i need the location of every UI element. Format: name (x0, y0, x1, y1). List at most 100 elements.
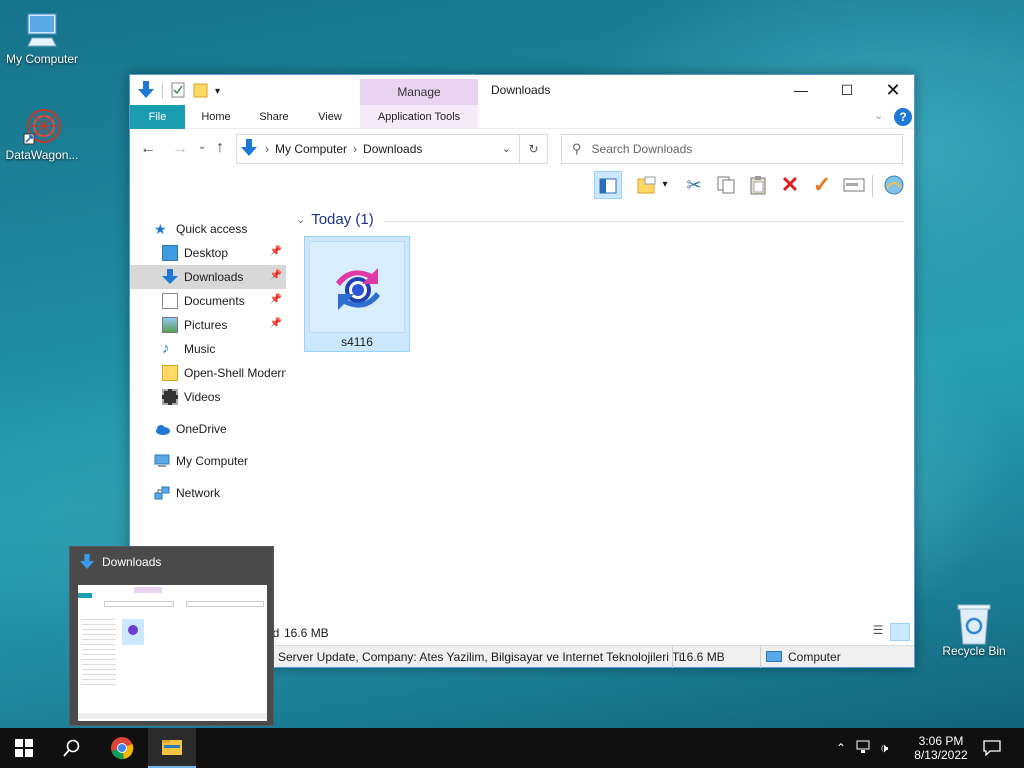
new-folder-icon[interactable] (193, 82, 209, 101)
volume-icon[interactable]: 🕩 (880, 740, 888, 756)
nav-onedrive[interactable]: OneDrive (130, 417, 286, 441)
nav-open-shell-modern[interactable]: Open-Shell Modern (130, 361, 286, 385)
tab-file[interactable]: File (130, 105, 185, 129)
group-header-label: Today (1) (311, 211, 374, 228)
folder-icon (162, 365, 178, 381)
file-explorer-taskbar-button[interactable] (148, 728, 196, 768)
tab-view[interactable]: View (310, 105, 350, 129)
new-folder-dropdown-icon[interactable]: ▾ (658, 171, 672, 199)
search-icon (63, 739, 80, 757)
windows-logo-icon (15, 739, 33, 757)
properties-icon[interactable] (171, 82, 185, 101)
nav-label: Pictures (184, 318, 228, 332)
download-location-icon (241, 138, 257, 160)
nav-network[interactable]: Network (130, 481, 286, 505)
paste-icon[interactable] (744, 171, 772, 199)
title-bar: ▾ Manage Downloads — ☐ ✕ (130, 75, 916, 106)
clock[interactable]: 3:06 PM 8/13/2022 (906, 728, 976, 768)
chrome-taskbar-button[interactable] (98, 728, 146, 768)
info-separator (760, 646, 761, 668)
details-view-button[interactable]: ☰ (868, 623, 888, 641)
network-tray-icon[interactable] (856, 740, 872, 757)
downloads-folder-icon (162, 269, 178, 285)
group-header-today[interactable]: ⌄ Today (1) (296, 211, 374, 228)
preview-pane-button[interactable] (594, 171, 622, 199)
nav-label: Network (176, 486, 221, 500)
forward-arrow-icon[interactable]: → (172, 140, 188, 158)
taskbar-thumbnail-preview[interactable]: Downloads (69, 546, 274, 726)
nav-label: Music (184, 342, 216, 356)
nav-videos[interactable]: Videos (130, 385, 286, 409)
system-tray: ⌃ 🕩 (836, 728, 900, 768)
tab-share[interactable]: Share (254, 105, 294, 129)
group-divider (384, 221, 904, 222)
breadcrumb-my-computer[interactable]: My Computer (275, 142, 347, 156)
video-film-icon (162, 389, 178, 405)
computer-small-icon (766, 651, 782, 662)
new-folder-menu-icon[interactable] (633, 171, 661, 199)
show-hidden-icons-chevron-icon[interactable]: ⌃ (836, 741, 846, 755)
pin-icon[interactable]: 📌 (270, 294, 282, 305)
back-arrow-icon[interactable]: ← (140, 140, 156, 158)
search-icon: ⚲ (572, 141, 582, 156)
taskbar: ⌃ 🕩 3:06 PM 8/13/2022 (0, 728, 1024, 768)
file-thumbnail (309, 241, 405, 333)
nav-label: Videos (184, 390, 221, 404)
nav-label: Quick access (176, 222, 248, 236)
nav-label: Open-Shell Modern (184, 366, 286, 380)
customize-dropdown-icon[interactable]: ▾ (215, 86, 220, 97)
desktop-icon-recycle-bin[interactable]: Recycle Bin (932, 602, 1016, 658)
pin-icon[interactable]: 📌 (270, 318, 282, 329)
computer-icon (22, 10, 62, 50)
file-size: 16.6 MB (680, 650, 725, 664)
copy-icon[interactable] (712, 171, 740, 199)
tab-home[interactable]: Home (196, 105, 236, 129)
large-icons-view-button[interactable] (890, 623, 910, 641)
minimize-button[interactable]: — (778, 75, 824, 105)
search-input[interactable]: ⚲ Search Downloads (561, 134, 903, 164)
nav-documents[interactable]: Documents 📌 (130, 289, 286, 313)
file-list-area[interactable]: ⌄ Today (1) s4116 (292, 205, 914, 630)
nav-downloads[interactable]: Downloads 📌 (130, 265, 286, 289)
recent-locations-chevron-icon[interactable]: ⌄ (198, 141, 206, 152)
delete-icon[interactable]: ✕ (776, 171, 804, 199)
action-center-button[interactable] (968, 728, 1016, 768)
rename-icon[interactable] (840, 171, 868, 199)
ribbon-tabs: File Home Share View Application Tools ⌄… (130, 105, 914, 129)
help-icon[interactable]: ? (894, 108, 912, 126)
tab-application-tools[interactable]: Application Tools (360, 105, 478, 129)
pin-icon[interactable]: 📌 (270, 270, 282, 281)
desktop-icon-my-computer[interactable]: My Computer (0, 10, 84, 66)
desktop-icon-datawagon[interactable]: DataWagon... (0, 106, 84, 162)
select-check-icon[interactable]: ✓ (808, 171, 836, 199)
window-title: Downloads (491, 83, 551, 97)
open-shell-icon[interactable] (880, 171, 908, 199)
search-button[interactable] (48, 728, 96, 768)
maximize-button[interactable]: ☐ (824, 75, 870, 105)
nav-music[interactable]: ♪ Music (130, 337, 286, 361)
start-button[interactable] (0, 728, 48, 768)
nav-pictures[interactable]: Pictures 📌 (130, 313, 286, 337)
pin-icon[interactable]: 📌 (270, 246, 282, 257)
clock-date: 8/13/2022 (914, 748, 968, 762)
nav-my-computer[interactable]: My Computer (130, 449, 286, 473)
download-arrow-icon (80, 554, 94, 573)
desktop-folder-icon (162, 245, 178, 261)
nav-desktop[interactable]: Desktop 📌 (130, 241, 286, 265)
mini-address-bar (104, 601, 174, 607)
nav-quick-access[interactable]: ★ Quick access (130, 217, 286, 241)
cut-icon[interactable]: ✂ (680, 171, 708, 199)
refresh-button[interactable]: ↻ (520, 134, 548, 164)
chevron-down-icon[interactable]: ⌄ (296, 213, 305, 226)
address-dropdown-chevron-icon[interactable]: ⌄ (502, 142, 511, 155)
pictures-icon (162, 317, 178, 333)
mini-info-bar (78, 713, 267, 719)
address-bar[interactable]: › My Computer › Downloads ⌄ (236, 134, 520, 164)
manage-context-tab[interactable]: Manage (360, 79, 478, 106)
file-item[interactable]: s4116 (304, 236, 410, 352)
close-button[interactable]: ✕ (870, 75, 916, 105)
breadcrumb-downloads[interactable]: Downloads (363, 142, 422, 156)
ribbon-expand-chevron-icon[interactable]: ⌄ (874, 109, 883, 122)
clock-time: 3:06 PM (918, 734, 964, 748)
up-arrow-icon[interactable]: ↑ (216, 139, 224, 157)
